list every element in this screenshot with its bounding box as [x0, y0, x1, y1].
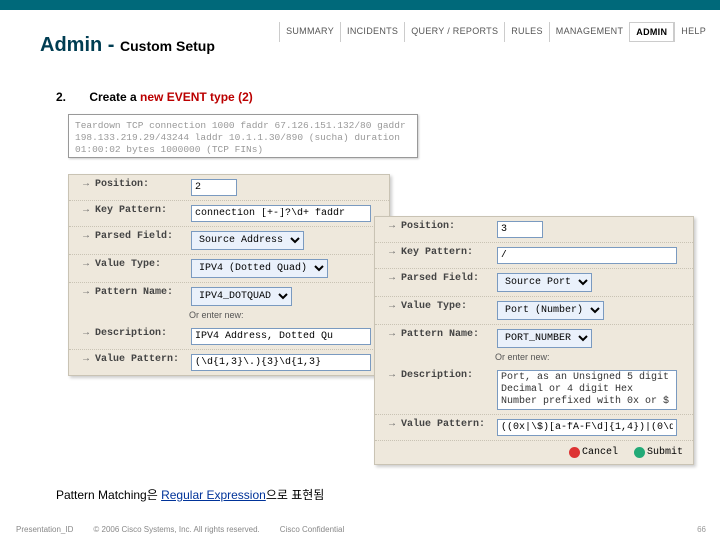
value-pattern-input-b[interactable] [497, 419, 677, 436]
desc-line-2: Decimal or 4 digit Hex [501, 384, 633, 395]
or-enter-new-b: Or enter new: [495, 352, 693, 366]
label-value-pattern-b: Value Pattern: [401, 419, 497, 430]
pattern-name-select[interactable]: IPV4_DOTQUAD [191, 287, 292, 306]
nav-incidents[interactable]: INCIDENTS [340, 22, 404, 42]
position-input-b[interactable] [497, 221, 543, 238]
main-nav: SUMMARY INCIDENTS QUERY / REPORTS RULES … [279, 22, 712, 42]
desc-line-3: Number prefixed with 0x or $ [501, 396, 669, 407]
footer: Presentation_ID © 2006 Cisco Systems, In… [16, 525, 706, 534]
event-panel-2: →Position: →Key Pattern: →Parsed Field:S… [374, 216, 694, 465]
submit-label: Submit [647, 447, 683, 458]
title-sub: Custom Setup [120, 38, 215, 54]
log-sample-box: Teardown TCP connection 1000 faddr 67.12… [68, 114, 418, 158]
copyright: © 2006 Cisco Systems, Inc. All rights re… [93, 525, 259, 534]
pattern-name-select-b[interactable]: PORT_NUMBER [497, 329, 592, 348]
label-position: Position: [95, 179, 191, 190]
desc-line-1: Port, as an Unsigned 5 digit [501, 372, 669, 383]
nav-admin[interactable]: ADMIN [629, 22, 674, 42]
step-number: 2. [56, 90, 86, 104]
label-parsed-field: Parsed Field: [95, 231, 191, 242]
or-enter-new: Or enter new: [189, 310, 389, 324]
cancel-icon [569, 447, 580, 458]
nav-rules[interactable]: RULES [504, 22, 549, 42]
label-description: Description: [95, 328, 191, 339]
note-suffix: 으로 표현됨 [266, 488, 325, 502]
description-input[interactable] [191, 328, 371, 345]
step-heading: 2. Create a new EVENT type (2) [56, 90, 253, 104]
presentation-id: Presentation_ID [16, 525, 73, 534]
cancel-label: Cancel [582, 447, 618, 458]
label-pattern-name: Pattern Name: [95, 287, 191, 298]
description-box-b[interactable]: Port, as an Unsigned 5 digit Decimal or … [497, 370, 677, 410]
regex-link[interactable]: Regular Expression [161, 488, 266, 502]
label-value-pattern: Value Pattern: [95, 354, 191, 365]
nav-summary[interactable]: SUMMARY [279, 22, 340, 42]
label-description-b: Description: [401, 370, 497, 381]
page-title: Admin - Custom Setup [40, 34, 215, 57]
label-parsed-field-b: Parsed Field: [401, 273, 497, 284]
pattern-matching-note: Pattern Matching은 Regular Expression으로 표… [56, 486, 324, 503]
key-pattern-input-b[interactable] [497, 247, 677, 264]
label-position-b: Position: [401, 221, 497, 232]
label-value-type: Value Type: [95, 259, 191, 270]
nav-query-reports[interactable]: QUERY / REPORTS [404, 22, 504, 42]
parsed-field-select-b[interactable]: Source Port [497, 273, 592, 292]
step-highlight: new EVENT type (2) [140, 90, 253, 104]
submit-button[interactable]: Submit [634, 447, 683, 458]
title-main: Admin - [40, 34, 120, 56]
label-value-type-b: Value Type: [401, 301, 497, 312]
submit-icon [634, 447, 645, 458]
value-pattern-input[interactable] [191, 354, 371, 371]
parsed-field-select[interactable]: Source Address [191, 231, 304, 250]
label-pattern-name-b: Pattern Name: [401, 329, 497, 340]
nav-management[interactable]: MANAGEMENT [549, 22, 630, 42]
key-pattern-input[interactable] [191, 205, 371, 222]
note-prefix: Pattern Matching은 [56, 488, 161, 502]
label-key-pattern-b: Key Pattern: [401, 247, 497, 258]
confidential: Cisco Confidential [280, 525, 344, 534]
nav-help[interactable]: HELP [674, 22, 712, 42]
event-panel-1: →Position: →Key Pattern: →Parsed Field:S… [68, 174, 390, 376]
label-key-pattern: Key Pattern: [95, 205, 191, 216]
page-number: 66 [697, 525, 706, 534]
top-accent-bar [0, 0, 720, 10]
value-type-select[interactable]: IPV4 (Dotted Quad) [191, 259, 328, 278]
cancel-button[interactable]: Cancel [569, 447, 618, 458]
step-prefix: Create a [89, 90, 140, 104]
value-type-select-b[interactable]: Port (Number) [497, 301, 604, 320]
position-input[interactable] [191, 179, 237, 196]
